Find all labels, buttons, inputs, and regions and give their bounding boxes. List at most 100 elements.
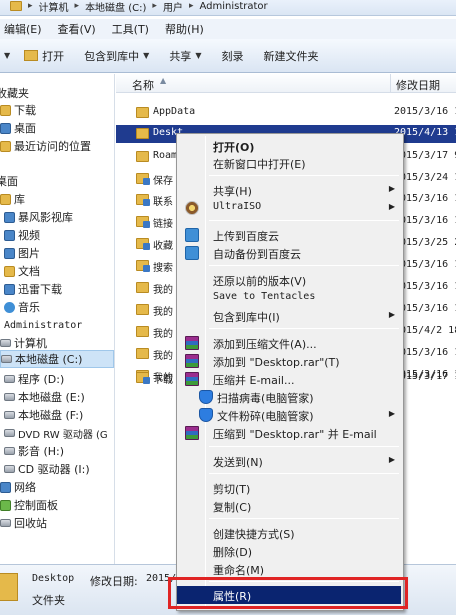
file-name: 我的 xyxy=(153,351,173,362)
nav-pictures[interactable]: 图片 xyxy=(4,244,40,262)
column-name[interactable]: 名称 xyxy=(132,77,154,93)
chevron-right-icon[interactable]: ▸ xyxy=(152,1,157,11)
menu-share[interactable]: 共享(H) ▶ xyxy=(179,181,401,199)
nav-recent[interactable]: 最近访问的位置 xyxy=(0,137,91,155)
picture-icon xyxy=(4,247,15,259)
menu-label: 发送到(N) xyxy=(213,456,263,469)
breadcrumb-administrator[interactable]: Administrator xyxy=(199,1,267,12)
share-button[interactable]: 共享 ▼ xyxy=(159,39,211,72)
column-divider[interactable] xyxy=(390,74,391,93)
burn-button[interactable]: 刻录 xyxy=(211,39,253,72)
menu-label: 共享(H) xyxy=(213,185,252,198)
nav-videos[interactable]: 视频 xyxy=(4,226,40,244)
nav-label: 网络 xyxy=(14,481,36,494)
navigation-pane[interactable]: 收藏夹 下载 桌面 最近访问的位置 桌面 库 暴风影视库 视频 图片 文档 迅雷… xyxy=(0,74,115,564)
menu-copy[interactable]: 复制(C) xyxy=(179,497,401,515)
new-folder-button[interactable]: 新建文件夹 xyxy=(253,39,328,72)
menu-open-new-window[interactable]: 在新窗口中打开(E) xyxy=(179,154,401,172)
menu-ultraiso[interactable]: UltraISO ▶ xyxy=(179,199,401,217)
file-name: 搜索 xyxy=(153,263,173,274)
winrar-icon xyxy=(185,336,199,350)
nav-label: 视频 xyxy=(18,229,40,242)
chevron-right-icon[interactable]: ▸ xyxy=(75,1,80,11)
menu-include-library[interactable]: 包含到库中(I) ▶ xyxy=(179,307,401,325)
nav-drive-h[interactable]: 影音 (H:) xyxy=(4,442,64,460)
menu-label: UltraISO xyxy=(213,201,262,212)
menu-view[interactable]: 查看(V) xyxy=(50,21,104,37)
menu-add-desktop-rar[interactable]: 添加到 "Desktop.rar"(T) xyxy=(179,352,401,370)
nav-drive-c[interactable]: 本地磁盘 (C:) xyxy=(0,350,114,368)
network-icon xyxy=(0,481,11,493)
chevron-right-icon[interactable]: ▸ xyxy=(28,1,33,11)
nav-label: 控制面板 xyxy=(14,499,58,512)
chevron-right-icon[interactable]: ▸ xyxy=(189,1,194,11)
breadcrumb-users[interactable]: 用户 xyxy=(163,0,183,14)
nav-drive-f[interactable]: 本地磁盘 (F:) xyxy=(4,406,83,424)
nav-network[interactable]: 网络 xyxy=(0,478,36,496)
menu-cut[interactable]: 剪切(T) xyxy=(179,479,401,497)
nav-label: CD 驱动器 (I:) xyxy=(18,463,90,476)
menu-separator xyxy=(209,175,399,176)
menu-help[interactable]: 帮助(H) xyxy=(157,21,212,37)
desktop-icon xyxy=(0,122,11,134)
library-icon xyxy=(0,193,11,205)
nav-drive-d[interactable]: 程序 (D:) xyxy=(4,370,64,388)
chevron-down-icon: ▼ xyxy=(195,51,202,60)
nav-documents[interactable]: 文档 xyxy=(4,262,40,280)
nav-recycle-bin[interactable]: 回收站 xyxy=(0,514,47,532)
organize-button[interactable]: ▼ xyxy=(0,39,14,72)
menu-edit[interactable]: 编辑(E) xyxy=(0,21,50,37)
menu-auto-backup-baidu[interactable]: 自动备份到百度云 xyxy=(179,244,401,262)
nav-baofeng[interactable]: 暴风影视库 xyxy=(4,208,73,226)
nav-drive-e[interactable]: 本地磁盘 (E:) xyxy=(4,388,85,406)
nav-libraries[interactable]: 库 xyxy=(0,190,25,208)
nav-desktop-root[interactable]: 桌面 xyxy=(0,172,18,190)
nav-xunlei[interactable]: 迅雷下载 xyxy=(4,280,62,298)
nav-music[interactable]: 音乐 xyxy=(4,298,40,316)
nav-drive-i[interactable]: CD 驱动器 (I:) xyxy=(4,460,90,478)
menu-label: 复制(C) xyxy=(213,501,252,514)
menu-upload-baidu[interactable]: 上传到百度云 xyxy=(179,226,401,244)
menu-label: 在新窗口中打开(E) xyxy=(213,158,306,171)
file-name: 下载 xyxy=(153,375,173,386)
menu-send-to[interactable]: 发送到(N) ▶ xyxy=(179,452,401,470)
breadcrumb-computer[interactable]: 计算机 xyxy=(39,0,69,14)
folder-icon xyxy=(136,348,149,359)
open-button[interactable]: 打开 xyxy=(14,39,74,72)
command-bar: ▼ 打开 包含到库中 ▼ 共享 ▼ 刻录 新建文件夹 xyxy=(0,39,456,73)
new-folder-label: 新建文件夹 xyxy=(263,49,319,63)
menu-save-tentacles[interactable]: Save to Tentacles xyxy=(179,289,401,307)
nav-drive-g[interactable]: DVD RW 驱动器 (G xyxy=(4,424,108,442)
include-library-button[interactable]: 包含到库中 ▼ xyxy=(74,39,159,72)
breadcrumb-drive-c[interactable]: 本地磁盘 (C:) xyxy=(85,0,146,14)
nav-desktop[interactable]: 桌面 xyxy=(0,119,36,137)
menu-add-archive[interactable]: 添加到压缩文件(A)... xyxy=(179,334,401,352)
menu-tools[interactable]: 工具(T) xyxy=(104,21,157,37)
list-item[interactable]: AppData 2015/3/16 1 xyxy=(116,104,456,122)
menu-shred[interactable]: 文件粉碎(电脑管家) ▶ xyxy=(179,406,401,424)
menu-restore-previous[interactable]: 还原以前的版本(V) xyxy=(179,271,401,289)
file-name: AppData xyxy=(153,106,196,117)
favorites-icon xyxy=(136,238,150,250)
menu-scan-virus[interactable]: 扫描病毒(电脑管家) xyxy=(179,388,401,406)
details-type: 文件夹 xyxy=(32,594,65,607)
nav-administrator[interactable]: Administrator xyxy=(4,316,82,334)
nav-control-panel[interactable]: 控制面板 xyxy=(0,496,58,514)
details-name: Desktop xyxy=(32,573,75,584)
folder-icon xyxy=(10,1,22,11)
menu-delete[interactable]: 删除(D) xyxy=(179,542,401,560)
menu-compress-email[interactable]: 压缩并 E-mail... xyxy=(179,370,401,388)
document-icon xyxy=(4,265,15,277)
address-bar[interactable]: ▸ 计算机 ▸ 本地磁盘 (C:) ▸ 用户 ▸ Administrator xyxy=(0,0,456,16)
menu-rename[interactable]: 重命名(M) xyxy=(179,560,401,578)
nav-label: 回收站 xyxy=(14,517,47,530)
burn-label: 刻录 xyxy=(221,49,244,63)
folder-icon xyxy=(136,107,149,118)
nav-favorites[interactable]: 收藏夹 xyxy=(0,84,29,102)
searches-icon xyxy=(136,260,150,272)
menu-open[interactable]: 打开(O) xyxy=(179,137,401,155)
column-date-modified[interactable]: 修改日期 xyxy=(396,77,440,93)
menu-compress-rar-email[interactable]: 压缩到 "Desktop.rar" 并 E-mail xyxy=(179,424,401,442)
menu-create-shortcut[interactable]: 创建快捷方式(S) xyxy=(179,524,401,542)
nav-downloads[interactable]: 下载 xyxy=(0,101,36,119)
